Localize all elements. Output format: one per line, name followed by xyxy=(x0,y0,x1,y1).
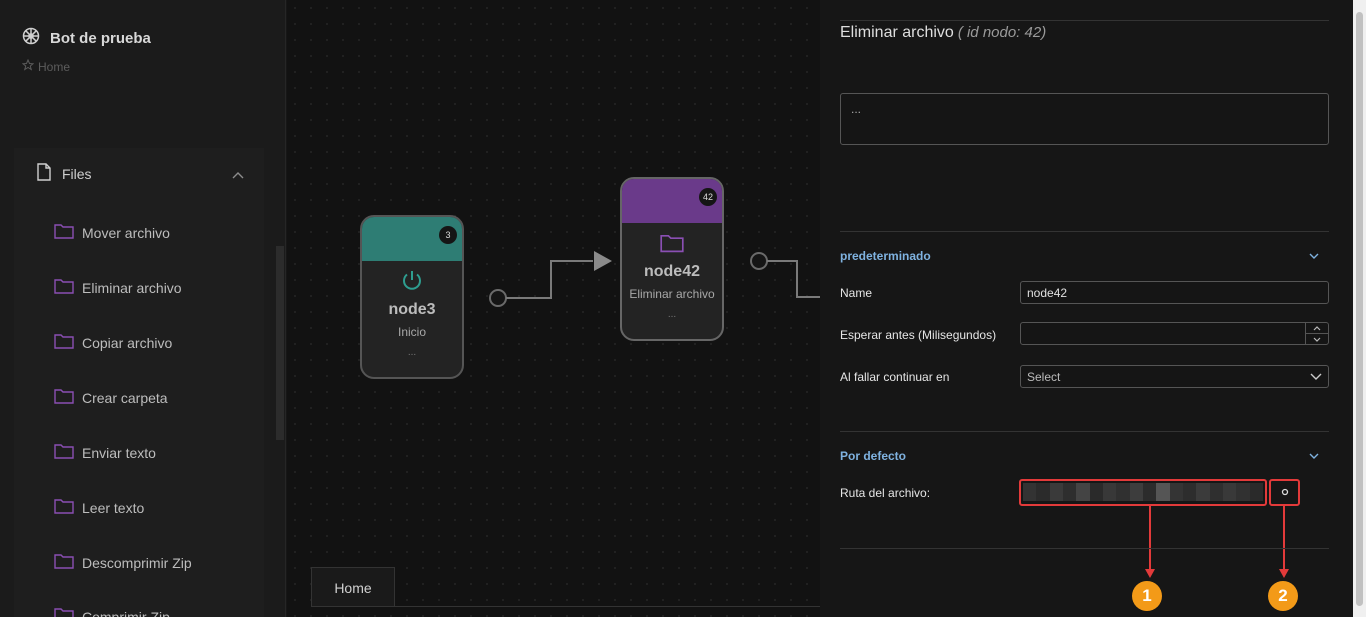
files-panel: Files Mover archivo Eliminar archivo Cop… xyxy=(14,148,264,617)
panel-title: Eliminar archivo( id nodo: 42) xyxy=(840,24,1046,42)
sidebar-item-leer-texto[interactable]: Leer texto xyxy=(54,498,144,517)
node-id-note: ( id nodo: 42) xyxy=(957,24,1047,41)
divider xyxy=(840,20,1329,21)
stepper-down-icon[interactable] xyxy=(1306,333,1328,344)
output-port[interactable] xyxy=(489,289,507,307)
sidebar: Bot de prueba Home Files Mover archivo E… xyxy=(0,0,286,617)
callout-badge-1: 1 xyxy=(1132,581,1162,611)
chevron-down-icon[interactable] xyxy=(1309,449,1319,463)
folder-icon xyxy=(622,229,722,257)
panel-title-text: Eliminar archivo xyxy=(840,24,954,41)
file-path-label: Ruta del archivo: xyxy=(840,486,931,500)
tab-bar-divider xyxy=(311,606,820,607)
select-value: Select xyxy=(1027,369,1061,384)
connection-line xyxy=(506,260,593,299)
folder-icon xyxy=(54,553,74,572)
on-fail-select[interactable]: Select xyxy=(1020,365,1329,388)
power-icon xyxy=(362,267,462,295)
node-id-badge: 42 xyxy=(699,188,717,206)
name-input[interactable] xyxy=(1020,281,1329,304)
star-icon xyxy=(21,58,35,74)
section-title: Por defecto xyxy=(840,449,907,463)
output-port[interactable] xyxy=(750,252,768,270)
sidebar-scrollbar[interactable] xyxy=(276,246,284,440)
name-label: Name xyxy=(840,286,873,300)
breadcrumb[interactable]: Home xyxy=(21,58,71,74)
divider xyxy=(840,431,1329,432)
folder-icon xyxy=(54,278,74,297)
tab-home[interactable]: Home xyxy=(311,567,395,607)
sidebar-item-descomprimir-zip[interactable]: Descomprimir Zip xyxy=(54,553,192,572)
description-textarea[interactable]: ... xyxy=(840,93,1329,145)
folder-icon xyxy=(54,223,74,242)
scrollbar-thumb[interactable] xyxy=(1356,12,1363,606)
files-section-label: Files xyxy=(62,165,92,182)
folder-icon xyxy=(54,607,74,617)
wheel-icon xyxy=(22,27,40,50)
flow-canvas[interactable]: 3 node3 Inicio ... 42 node42 Eliminar ar… xyxy=(287,0,820,617)
sidebar-item-crear-carpeta[interactable]: Crear carpeta xyxy=(54,388,168,407)
brand[interactable]: Bot de prueba xyxy=(22,27,151,50)
files-section-header[interactable]: Files xyxy=(36,163,244,184)
chevron-down-icon xyxy=(1310,370,1322,384)
sidebar-item-label: Leer texto xyxy=(82,499,145,516)
folder-icon xyxy=(54,498,74,517)
section-title: predeterminado xyxy=(840,249,931,263)
annotation-arrowhead xyxy=(1145,569,1155,578)
divider xyxy=(840,548,1329,549)
section-por-defecto-header[interactable]: Por defecto xyxy=(840,449,1329,463)
annotation-box-path xyxy=(1019,479,1267,506)
node-more-dots: ... xyxy=(667,309,677,320)
chevron-down-icon[interactable] xyxy=(1309,249,1319,263)
flow-node-start[interactable]: 3 node3 Inicio ... xyxy=(360,215,464,379)
sidebar-item-label: Mover archivo xyxy=(82,224,170,241)
wait-number-input[interactable] xyxy=(1020,322,1329,345)
sidebar-item-enviar-texto[interactable]: Enviar texto xyxy=(54,443,156,462)
node-id-badge: 3 xyxy=(439,226,457,244)
sidebar-item-label: Enviar texto xyxy=(82,444,156,461)
folder-icon xyxy=(54,333,74,352)
properties-panel: Eliminar archivo( id nodo: 42) ... prede… xyxy=(820,0,1353,617)
node-header: 42 xyxy=(622,179,722,223)
section-predeterminado-header[interactable]: predeterminado xyxy=(840,249,1329,263)
node-title: node42 xyxy=(643,263,700,280)
callout-badge-2: 2 xyxy=(1268,581,1298,611)
node-header: 3 xyxy=(362,217,462,261)
number-stepper[interactable] xyxy=(1305,323,1328,344)
sidebar-item-label: Eliminar archivo xyxy=(82,279,182,296)
file-icon xyxy=(36,163,52,184)
sidebar-item-comprimir-zip[interactable]: Comprimir Zip xyxy=(54,607,170,617)
annotation-box-button xyxy=(1269,479,1300,506)
node-more-dots: ... xyxy=(407,347,417,358)
node-subtitle: Eliminar archivo xyxy=(629,287,715,301)
divider xyxy=(840,231,1329,232)
stepper-up-icon[interactable] xyxy=(1306,323,1328,333)
sidebar-item-label: Comprimir Zip xyxy=(82,608,170,617)
sidebar-item-copiar-archivo[interactable]: Copiar archivo xyxy=(54,333,172,352)
chevron-up-icon[interactable] xyxy=(232,166,244,182)
connection-arrow xyxy=(594,251,612,271)
page-scrollbar[interactable] xyxy=(1353,0,1366,617)
folder-icon xyxy=(54,443,74,462)
breadcrumb-home: Home xyxy=(38,59,71,74)
flow-node-eliminar-archivo[interactable]: 42 node42 Eliminar archivo ... xyxy=(620,177,724,341)
wait-label: Esperar antes (Milisegundos) xyxy=(840,328,997,342)
connection-line xyxy=(767,260,820,298)
sidebar-item-label: Copiar archivo xyxy=(82,334,173,351)
sidebar-item-label: Crear carpeta xyxy=(82,389,168,406)
sidebar-item-mover-archivo[interactable]: Mover archivo xyxy=(54,223,170,242)
on-fail-label: Al fallar continuar en xyxy=(840,370,950,384)
sidebar-item-eliminar-archivo[interactable]: Eliminar archivo xyxy=(54,278,182,297)
folder-icon xyxy=(54,388,74,407)
app-title: Bot de prueba xyxy=(50,30,151,47)
annotation-arrowhead xyxy=(1279,569,1289,578)
node-title: node3 xyxy=(388,301,436,318)
sidebar-item-label: Descomprimir Zip xyxy=(82,554,192,571)
node-subtitle: Inicio xyxy=(397,325,426,339)
